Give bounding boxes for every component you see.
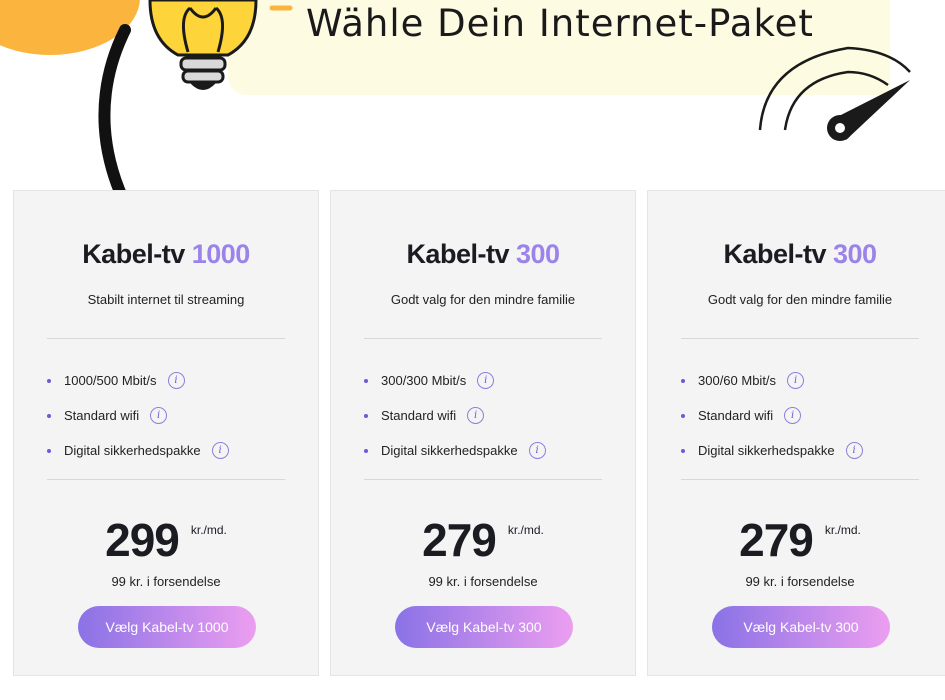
bullet-icon [681, 448, 685, 453]
price-value: 279 [422, 514, 497, 566]
select-plan-button[interactable]: Vælg Kabel-tv 300 [395, 606, 573, 648]
feature-label: Digital sikkerhedspakke [64, 443, 201, 458]
info-icon[interactable]: i [845, 442, 863, 459]
plan-subtitle: Godt valg for den mindre familie [390, 292, 576, 307]
bullet-icon [364, 378, 368, 383]
shipping-note: 99 kr. i forsendelse [111, 574, 221, 589]
feature-item: Digital sikkerhedspakke i [364, 433, 546, 468]
banner-title: Wähle Dein Internet-Paket [306, 2, 814, 45]
price-value: 299 [105, 514, 180, 566]
plan-title: Kabel-tv 1000 [14, 239, 318, 270]
feature-label: Standard wifi [64, 408, 140, 423]
price-block: 299 kr./md. [14, 513, 318, 567]
info-icon[interactable]: i [477, 372, 495, 389]
feature-item: 1000/500 Mbit/s i [47, 363, 229, 398]
plan-title: Kabel-tv 300 [648, 239, 945, 270]
plan-title-main: Kabel-tv [723, 239, 826, 269]
feature-label: 300/300 Mbit/s [381, 373, 467, 388]
bullet-icon [47, 448, 51, 453]
feature-item: 300/60 Mbit/s i [681, 363, 863, 398]
plan-title-speed: 300 [832, 239, 877, 269]
feature-list: 1000/500 Mbit/s i Standard wifi i Digital si… [47, 363, 229, 468]
feature-item: Standard wifi i [47, 398, 229, 433]
price-unit: kr./md. [190, 523, 227, 537]
plan-title: Kabel-tv 300 [331, 239, 635, 270]
divider [364, 338, 602, 339]
shipping-note: 99 kr. i forsendelse [745, 574, 855, 589]
feature-item: Digital sikkerhedspakke i [681, 433, 863, 468]
feature-item: 300/300 Mbit/s i [364, 363, 546, 398]
plan-card-2: Kabel-tv 300 Godt valg for den mindre fa… [330, 190, 636, 676]
plan-subtitle: Stabilt internet til streaming [87, 292, 245, 307]
plan-title-main: Kabel-tv [406, 239, 509, 269]
shipping-note: 99 kr. i forsendelse [428, 574, 538, 589]
feature-item: Standard wifi i [681, 398, 863, 433]
price-value: 279 [739, 514, 814, 566]
feature-item: Digital sikkerhedspakke i [47, 433, 229, 468]
divider [47, 479, 285, 480]
info-icon[interactable]: i [784, 407, 802, 424]
feature-label: Digital sikkerhedspakke [381, 443, 518, 458]
select-plan-button[interactable]: Vælg Kabel-tv 1000 [78, 606, 256, 648]
feature-item: Standard wifi i [364, 398, 546, 433]
info-icon[interactable]: i [150, 407, 168, 424]
plan-card-3: Kabel-tv 300 Godt valg for den mindre fa… [647, 190, 945, 676]
divider [364, 479, 602, 480]
feature-list: 300/300 Mbit/s i Standard wifi i Digital sik… [364, 363, 546, 468]
divider [681, 338, 919, 339]
info-icon[interactable]: i [787, 372, 805, 389]
feature-label: Standard wifi [381, 408, 457, 423]
select-plan-button[interactable]: Vælg Kabel-tv 300 [712, 606, 890, 648]
plan-subtitle: Godt valg for den mindre familie [707, 292, 893, 307]
feature-label: 1000/500 Mbit/s [64, 373, 157, 388]
plan-card-1: Kabel-tv 1000 Stabilt internet til strea… [13, 190, 319, 676]
divider [47, 338, 285, 339]
plan-title-speed: 300 [515, 239, 560, 269]
info-icon[interactable]: i [211, 442, 229, 459]
bullet-icon [681, 413, 685, 418]
bullet-icon [47, 413, 51, 418]
price-block: 279 kr./md. [648, 513, 945, 567]
bullet-icon [364, 448, 368, 453]
bullet-icon [364, 413, 368, 418]
feature-label: 300/60 Mbit/s [698, 373, 777, 388]
price-unit: kr./md. [824, 523, 861, 537]
feature-label: Standard wifi [698, 408, 774, 423]
plan-title-main: Kabel-tv [82, 239, 185, 269]
bullet-icon [681, 378, 685, 383]
divider [681, 479, 919, 480]
price-unit: kr./md. [507, 523, 544, 537]
info-icon[interactable]: i [528, 442, 546, 459]
feature-list: 300/60 Mbit/s i Standard wifi i Digital sikk… [681, 363, 863, 468]
info-icon[interactable]: i [467, 407, 485, 424]
feature-label: Digital sikkerhedspakke [698, 443, 835, 458]
info-icon[interactable]: i [167, 372, 185, 389]
plan-title-speed: 1000 [191, 239, 251, 269]
orange-blob-decoration [0, 0, 140, 55]
price-block: 279 kr./md. [331, 513, 635, 567]
bullet-icon [47, 378, 51, 383]
